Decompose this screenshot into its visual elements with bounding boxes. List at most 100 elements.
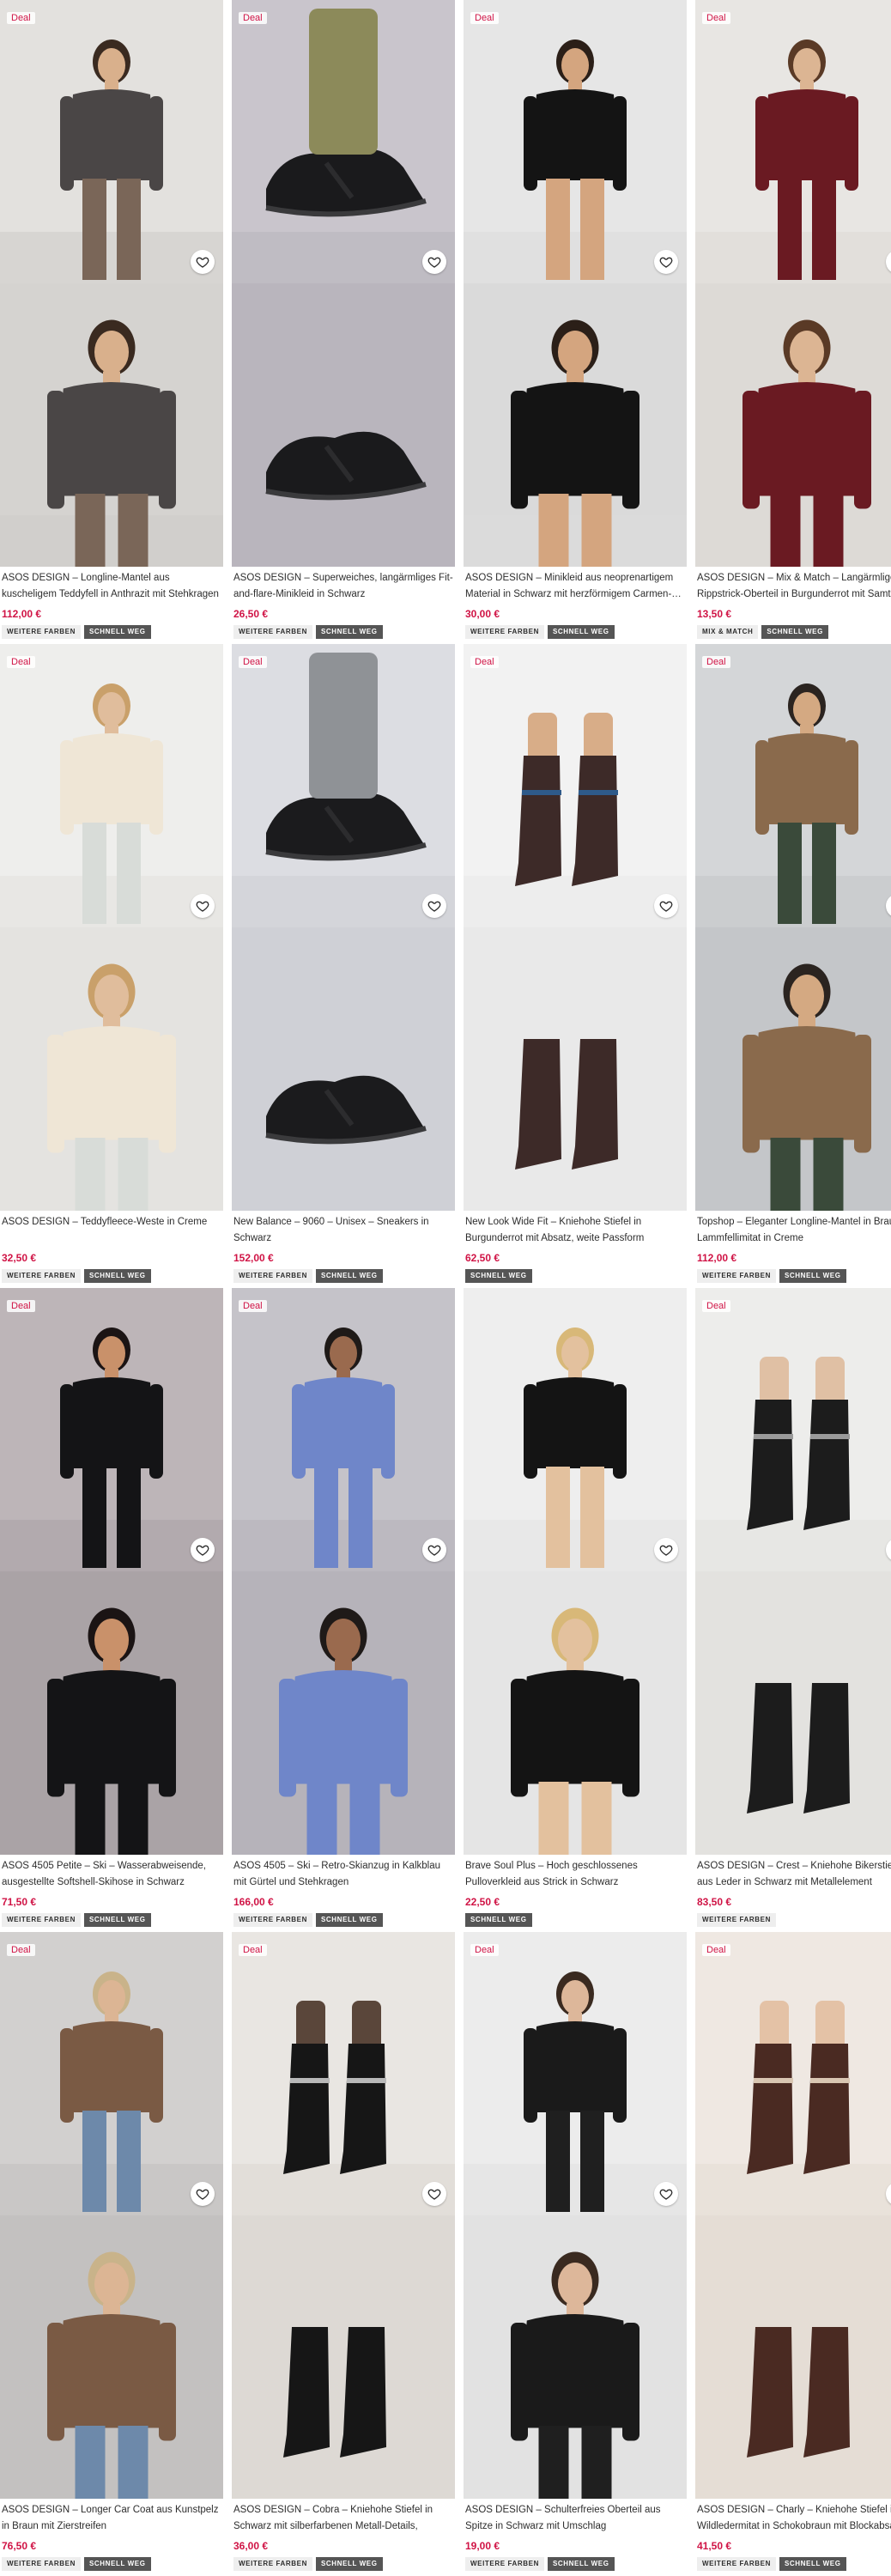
more-colours-badge[interactable]: WEITERE FARBEN bbox=[233, 2557, 312, 2571]
wishlist-heart-icon[interactable] bbox=[654, 2182, 678, 2206]
more-colours-badge[interactable]: WEITERE FARBEN bbox=[465, 2557, 544, 2571]
product-title[interactable]: ASOS 4505 Petite – Ski – Wasserabweisend… bbox=[2, 1858, 221, 1891]
quick-buy-badge[interactable]: SCHNELL WEG bbox=[779, 1269, 846, 1283]
more-colours-badge[interactable]: WEITERE FARBEN bbox=[2, 1269, 81, 1283]
product-price: 112,00 € bbox=[2, 608, 42, 620]
product-title[interactable]: ASOS DESIGN – Schulterfreies Oberteil au… bbox=[465, 2502, 685, 2535]
product-image[interactable]: Deal bbox=[232, 1288, 455, 1855]
wishlist-heart-icon[interactable] bbox=[191, 2182, 215, 2206]
product-image[interactable]: Deal bbox=[0, 0, 223, 567]
product-price: 26,50 € bbox=[233, 608, 269, 620]
product-title[interactable]: ASOS DESIGN – Cobra – Kniehohe Stiefel i… bbox=[233, 2502, 453, 2535]
product-image[interactable]: Deal bbox=[0, 1932, 223, 2499]
product-image[interactable]: Deal bbox=[464, 1932, 687, 2499]
product-card[interactable]: Deal Topshop – Eleganter Longline-Mantel … bbox=[695, 644, 891, 1283]
mix-match-badge[interactable]: MIX & MATCH bbox=[697, 625, 759, 639]
quick-buy-badge[interactable]: SCHNELL WEG bbox=[315, 1913, 383, 1927]
product-image[interactable]: Deal bbox=[695, 0, 891, 567]
deal-badge: Deal bbox=[702, 1300, 730, 1312]
product-title[interactable]: ASOS DESIGN – Mix & Match – Langärmliges… bbox=[697, 570, 891, 603]
product-card[interactable]: Deal ASOS 4505 – Ski – Retro-Skianzug in … bbox=[232, 1288, 455, 1927]
product-card[interactable]: Deal New Look Wide Fit – Kniehohe Stiefel… bbox=[464, 644, 687, 1283]
product-card[interactable]: Deal ASOS DESIGN – Schulterfreies Obertei… bbox=[464, 1932, 687, 2571]
product-title[interactable]: ASOS DESIGN – Minikleid aus neoprenartig… bbox=[465, 570, 685, 603]
product-card[interactable]: Deal ASOS DESIGN – Longline-Mantel aus ku… bbox=[0, 0, 223, 639]
product-image[interactable] bbox=[464, 1288, 687, 1855]
quick-buy-badge[interactable]: SCHNELL WEG bbox=[315, 2557, 383, 2571]
wishlist-heart-icon[interactable] bbox=[422, 2182, 446, 2206]
wishlist-heart-icon[interactable] bbox=[654, 250, 678, 274]
product-image[interactable]: Deal bbox=[464, 644, 687, 1211]
quick-buy-badge[interactable]: SCHNELL WEG bbox=[465, 1913, 532, 1927]
product-image[interactable]: Deal bbox=[695, 1932, 891, 2499]
quick-buy-badge[interactable]: SCHNELL WEG bbox=[465, 1269, 532, 1283]
quick-buy-badge[interactable]: SCHNELL WEG bbox=[779, 2557, 846, 2571]
quick-buy-badge[interactable]: SCHNELL WEG bbox=[83, 2557, 151, 2571]
product-card[interactable]: Deal ASOS DESIGN – Teddyfleece-Weste in C… bbox=[0, 644, 223, 1283]
deal-badge: Deal bbox=[470, 12, 499, 24]
product-badges: WEITERE FARBEN bbox=[697, 1913, 891, 1927]
product-title[interactable]: ASOS DESIGN – Crest – Kniehohe Bikerstie… bbox=[697, 1858, 891, 1891]
quick-buy-badge[interactable]: SCHNELL WEG bbox=[761, 625, 828, 639]
more-colours-badge[interactable]: WEITERE FARBEN bbox=[233, 1913, 312, 1927]
product-card[interactable]: Deal ASOS DESIGN – Cobra – Kniehohe Stief… bbox=[232, 1932, 455, 2571]
more-colours-badge[interactable]: WEITERE FARBEN bbox=[2, 625, 81, 639]
product-title[interactable]: ASOS DESIGN – Longline-Mantel aus kusche… bbox=[2, 570, 221, 603]
quick-buy-badge[interactable]: SCHNELL WEG bbox=[547, 2557, 615, 2571]
product-card[interactable]: Deal ASOS DESIGN – Crest – Kniehohe Biker… bbox=[695, 1288, 891, 1927]
product-title[interactable]: ASOS 4505 – Ski – Retro-Skianzug in Kalk… bbox=[233, 1858, 453, 1891]
more-colours-badge[interactable]: WEITERE FARBEN bbox=[233, 625, 312, 639]
product-card[interactable]: Deal ASOS DESIGN – Charly – Kniehohe Stie… bbox=[695, 1932, 891, 2571]
product-title[interactable]: ASOS DESIGN – Teddyfleece-Weste in Creme bbox=[2, 1214, 221, 1247]
wishlist-heart-icon[interactable] bbox=[422, 250, 446, 274]
product-title[interactable]: Brave Soul Plus – Hoch geschlossenes Pul… bbox=[465, 1858, 685, 1891]
product-image[interactable]: Deal bbox=[232, 0, 455, 567]
product-image[interactable]: Deal bbox=[0, 1288, 223, 1855]
product-badges: WEITERE FARBEN SCHNELL WEG bbox=[233, 2557, 453, 2571]
more-colours-badge[interactable]: WEITERE FARBEN bbox=[233, 1269, 312, 1283]
product-image[interactable]: Deal bbox=[695, 644, 891, 1211]
product-card[interactable]: Deal ASOS 4505 Petite – Ski – Wasserabwei… bbox=[0, 1288, 223, 1927]
more-colours-badge[interactable]: WEITERE FARBEN bbox=[697, 1269, 776, 1283]
product-image[interactable]: Deal bbox=[464, 0, 687, 567]
quick-buy-badge[interactable]: SCHNELL WEG bbox=[83, 625, 151, 639]
product-image[interactable]: Deal bbox=[695, 1288, 891, 1855]
product-image[interactable]: Deal bbox=[232, 644, 455, 1211]
wishlist-heart-icon[interactable] bbox=[654, 1538, 678, 1562]
quick-buy-badge[interactable]: SCHNELL WEG bbox=[83, 1913, 151, 1927]
product-card[interactable]: Deal New Balance – 9060 – Unisex – Sneake… bbox=[232, 644, 455, 1283]
more-colours-badge[interactable]: WEITERE FARBEN bbox=[2, 2557, 81, 2571]
more-colours-badge[interactable]: WEITERE FARBEN bbox=[697, 2557, 776, 2571]
more-colours-badge[interactable]: WEITERE FARBEN bbox=[697, 1913, 776, 1927]
wishlist-heart-icon[interactable] bbox=[654, 894, 678, 918]
product-card[interactable]: Brave Soul Plus – Hoch geschlossenes Pul… bbox=[464, 1288, 687, 1927]
product-title[interactable]: Topshop – Eleganter Longline-Mantel in B… bbox=[697, 1214, 891, 1247]
product-title[interactable]: ASOS DESIGN – Charly – Kniehohe Stiefel … bbox=[697, 2502, 891, 2535]
product-badges: WEITERE FARBEN SCHNELL WEG bbox=[697, 1269, 891, 1283]
wishlist-heart-icon[interactable] bbox=[191, 1538, 215, 1562]
product-card[interactable]: Deal ASOS DESIGN – Minikleid aus neoprena… bbox=[464, 0, 687, 639]
product-price: 62,50 € bbox=[465, 1252, 500, 1264]
product-image[interactable]: Deal bbox=[0, 644, 223, 1211]
quick-buy-badge[interactable]: SCHNELL WEG bbox=[315, 1269, 383, 1283]
deal-badge: Deal bbox=[702, 12, 730, 24]
quick-buy-badge[interactable]: SCHNELL WEG bbox=[83, 1269, 151, 1283]
product-price: 30,00 € bbox=[465, 608, 500, 620]
product-title[interactable]: ASOS DESIGN – Longer Car Coat aus Kunstp… bbox=[2, 2502, 221, 2535]
quick-buy-badge[interactable]: SCHNELL WEG bbox=[547, 625, 615, 639]
wishlist-heart-icon[interactable] bbox=[422, 1538, 446, 1562]
product-card[interactable]: Deal ASOS DESIGN – Superweiches, langärml… bbox=[232, 0, 455, 639]
wishlist-heart-icon[interactable] bbox=[191, 894, 215, 918]
product-badges: SCHNELL WEG bbox=[465, 1269, 685, 1283]
quick-buy-badge[interactable]: SCHNELL WEG bbox=[315, 625, 383, 639]
more-colours-badge[interactable]: WEITERE FARBEN bbox=[2, 1913, 81, 1927]
product-card[interactable]: Deal ASOS DESIGN – Longer Car Coat aus Ku… bbox=[0, 1932, 223, 2571]
product-title[interactable]: ASOS DESIGN – Superweiches, langärmliges… bbox=[233, 570, 453, 603]
product-title[interactable]: New Look Wide Fit – Kniehohe Stiefel in … bbox=[465, 1214, 685, 1247]
more-colours-badge[interactable]: WEITERE FARBEN bbox=[465, 625, 544, 639]
product-card[interactable]: Deal ASOS DESIGN – Mix & Match – Langärml… bbox=[695, 0, 891, 639]
product-image[interactable]: Deal bbox=[232, 1932, 455, 2499]
wishlist-heart-icon[interactable] bbox=[422, 894, 446, 918]
product-title[interactable]: New Balance – 9060 – Unisex – Sneakers i… bbox=[233, 1214, 453, 1247]
wishlist-heart-icon[interactable] bbox=[191, 250, 215, 274]
